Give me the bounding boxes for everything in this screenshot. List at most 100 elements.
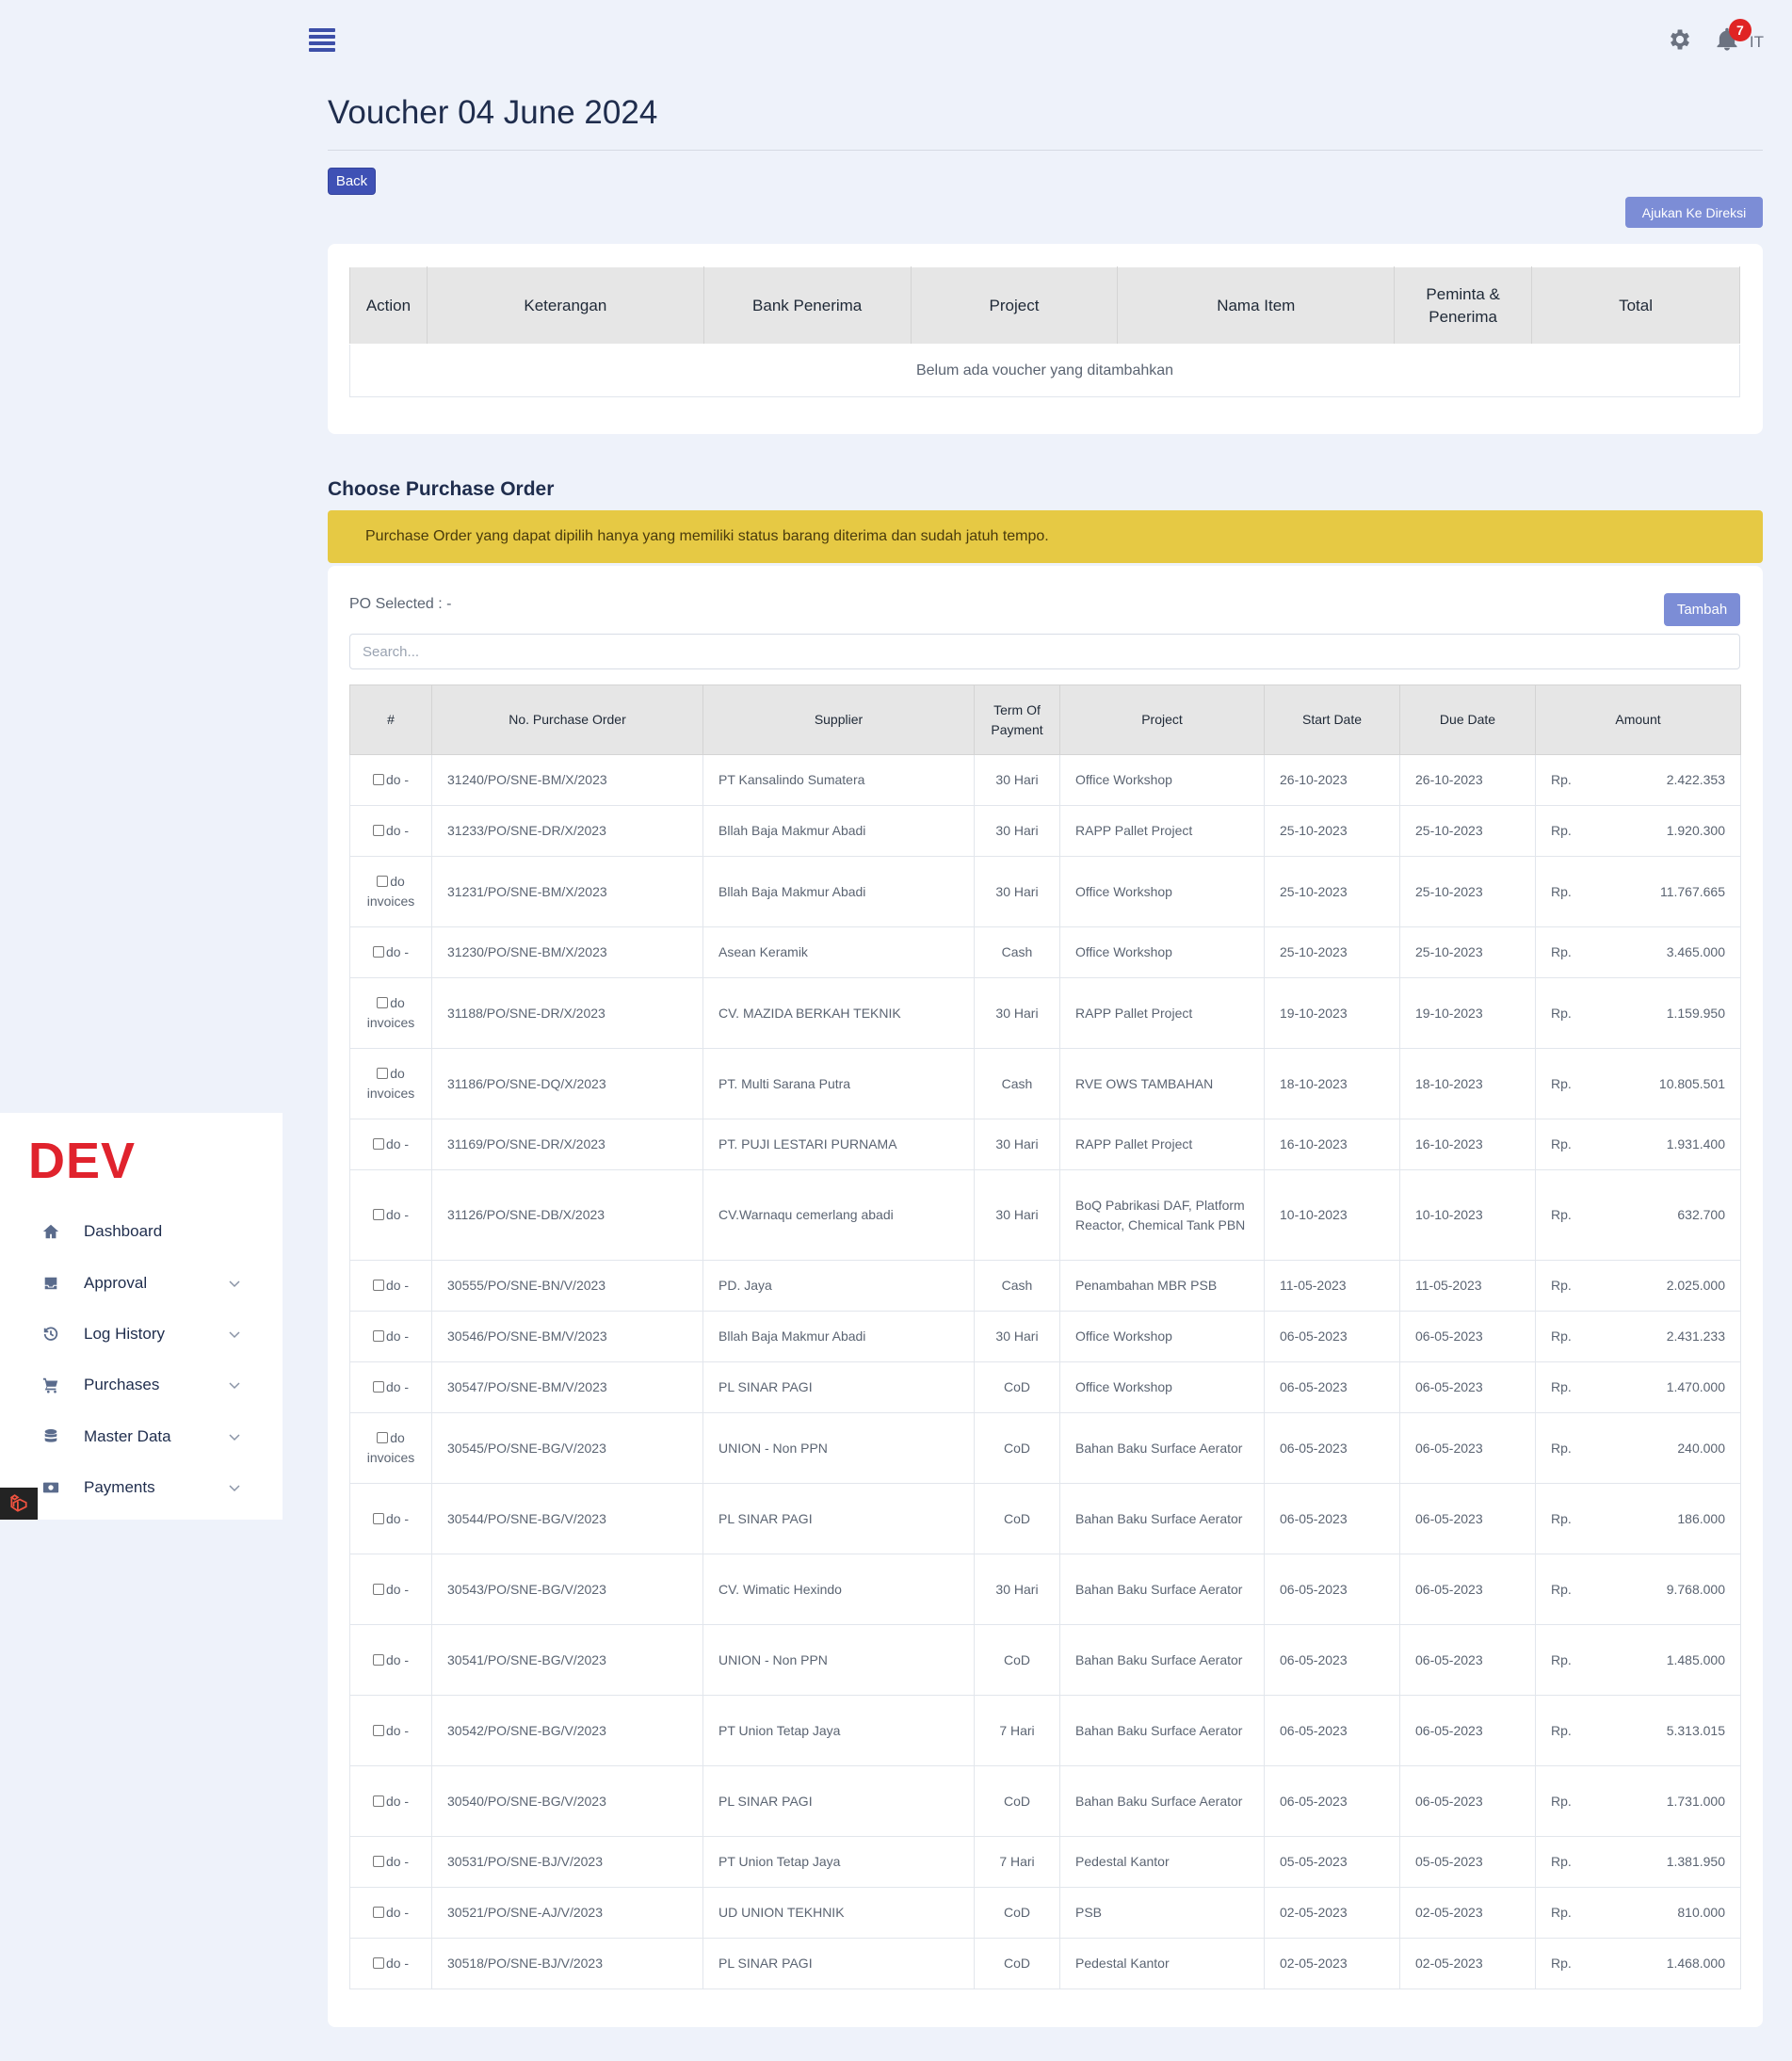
col-bank-penerima: Bank Penerima bbox=[702, 266, 912, 345]
po-table-row[interactable]: do invoices 31188/PO/SNE-DR/X/2023 CV. MAZ… bbox=[349, 977, 1741, 1049]
po-supplier: UNION - Non PPN bbox=[702, 1412, 975, 1484]
po-supplier: PT Kansalindo Sumatera bbox=[702, 754, 975, 806]
po-select-checkbox[interactable] bbox=[372, 1907, 384, 1918]
po-table-row[interactable]: do - 30531/PO/SNE-BJ/V/2023 PT Union Tetap… bbox=[349, 1836, 1741, 1888]
po-amount-cell: Rp. 810.000 bbox=[1535, 1887, 1741, 1939]
po-select-checkbox[interactable] bbox=[372, 1653, 384, 1666]
po-due-date: 06-05-2023 bbox=[1399, 1361, 1536, 1413]
sidebar-item-label: Master Data bbox=[84, 1427, 171, 1445]
po-table-row[interactable]: do - 30547/PO/SNE-BM/V/2023 PL SINAR PAGI C… bbox=[349, 1361, 1741, 1413]
po-doc-status: do - bbox=[385, 944, 410, 959]
sidebar-item-purchases[interactable]: Purchases bbox=[41, 1366, 241, 1404]
po-select-checkbox[interactable] bbox=[372, 1957, 384, 1969]
po-table-row[interactable]: do - 30540/PO/SNE-BG/V/2023 PL SINAR PAGI C… bbox=[349, 1765, 1741, 1837]
po-table-row[interactable]: do - 31240/PO/SNE-BM/X/2023 PT Kansalindo … bbox=[349, 754, 1741, 806]
po-table-row[interactable]: do - 30542/PO/SNE-BG/V/2023 PT Union Tetap… bbox=[349, 1695, 1741, 1766]
po-supplier: PL SINAR PAGI bbox=[702, 1483, 975, 1554]
po-table-row[interactable]: do - 30543/PO/SNE-BG/V/2023 CV. Wimatic He… bbox=[349, 1554, 1741, 1625]
po-currency: Rp. bbox=[1551, 1581, 1572, 1597]
po-table-row[interactable]: do invoices 31186/PO/SNE-DQ/X/2023 PT. Mul… bbox=[349, 1048, 1741, 1119]
sidebar-item-master-data[interactable]: Master Data bbox=[41, 1418, 241, 1456]
notifications-button[interactable]: 7 bbox=[1714, 19, 1752, 53]
po-select-checkbox[interactable] bbox=[372, 1512, 384, 1524]
po-table-row[interactable]: do - 30518/PO/SNE-BJ/V/2023 PL SINAR PAGI C… bbox=[349, 1938, 1741, 1989]
po-table-row[interactable]: do - 30521/PO/SNE-AJ/V/2023 UD UNION TEKHN… bbox=[349, 1887, 1741, 1939]
sidebar-item-label: Dashboard bbox=[84, 1222, 163, 1240]
chevron-down-icon bbox=[229, 1434, 240, 1441]
po-start-date: 10-10-2023 bbox=[1264, 1169, 1400, 1261]
po-due-date: 10-10-2023 bbox=[1399, 1169, 1536, 1261]
po-table-row[interactable]: do - 30541/PO/SNE-BG/V/2023 UNION - Non PP… bbox=[349, 1624, 1741, 1696]
po-table-row[interactable]: do - 31126/PO/SNE-DB/X/2023 CV.Warnaqu cem… bbox=[349, 1169, 1741, 1261]
submit-to-directors-button[interactable]: Ajukan Ke Direksi bbox=[1625, 197, 1763, 228]
po-table-row[interactable]: do - 31169/PO/SNE-DR/X/2023 PT. PUJI LESTA… bbox=[349, 1119, 1741, 1170]
po-number: 30545/PO/SNE-BG/V/2023 bbox=[431, 1412, 703, 1484]
po-select-checkbox[interactable] bbox=[377, 1432, 389, 1443]
choose-po-heading: Choose Purchase Order bbox=[328, 478, 555, 500]
menu-toggle-icon[interactable] bbox=[309, 28, 335, 53]
po-table-body: do - 31240/PO/SNE-BM/X/2023 PT Kansalindo … bbox=[349, 754, 1741, 1989]
brand-logo[interactable]: DEV bbox=[28, 1132, 136, 1190]
po-project: RVE OWS TAMBAHAN bbox=[1059, 1048, 1265, 1119]
po-table-row[interactable]: do - 30555/PO/SNE-BN/V/2023 PD. Jaya Cash Pe… bbox=[349, 1260, 1741, 1312]
po-due-date: 16-10-2023 bbox=[1399, 1119, 1536, 1170]
user-initials[interactable]: IT bbox=[1750, 33, 1764, 52]
po-number: 31188/PO/SNE-DR/X/2023 bbox=[431, 977, 703, 1049]
debugbar-toggle[interactable] bbox=[0, 1488, 38, 1520]
po-search-input[interactable] bbox=[349, 634, 1740, 669]
gear-icon[interactable] bbox=[1667, 26, 1693, 53]
po-select-cell: do invoices bbox=[349, 856, 432, 927]
po-amount: 1.468.000 bbox=[1666, 1956, 1725, 1971]
po-select-checkbox[interactable] bbox=[372, 774, 384, 785]
voucher-table: Action Keterangan Bank Penerima Project … bbox=[349, 266, 1740, 397]
po-table-row[interactable]: do - 31233/PO/SNE-DR/X/2023 Bllah Baja Mak… bbox=[349, 805, 1741, 857]
po-amount: 632.700 bbox=[1677, 1207, 1725, 1222]
add-po-button[interactable]: Tambah bbox=[1664, 593, 1740, 626]
sidebar-item-log-history[interactable]: Log History bbox=[41, 1315, 241, 1353]
sidebar-item-payments[interactable]: Payments bbox=[41, 1469, 241, 1506]
po-table-row[interactable]: do invoices 30545/PO/SNE-BG/V/2023 UNION -… bbox=[349, 1412, 1741, 1484]
po-start-date: 06-05-2023 bbox=[1264, 1695, 1400, 1766]
po-doc-status: do invoices bbox=[366, 1066, 415, 1101]
sidebar-item-approval[interactable]: Approval bbox=[41, 1264, 241, 1302]
po-select-checkbox[interactable] bbox=[377, 1068, 389, 1079]
po-table-row[interactable]: do - 31230/PO/SNE-BM/X/2023 Asean Keramik C… bbox=[349, 926, 1741, 978]
po-select-checkbox[interactable] bbox=[372, 1583, 384, 1595]
chevron-down-icon bbox=[229, 1280, 240, 1288]
po-term: 30 Hari bbox=[974, 856, 1060, 927]
col-supplier: Supplier bbox=[702, 684, 975, 755]
chevron-down-icon bbox=[229, 1485, 240, 1492]
back-button[interactable]: Back bbox=[328, 168, 376, 195]
po-table-row[interactable]: do - 30546/PO/SNE-BM/V/2023 Bllah Baja Mak… bbox=[349, 1311, 1741, 1362]
sidebar-item-dashboard[interactable]: Dashboard bbox=[41, 1213, 241, 1250]
po-select-checkbox[interactable] bbox=[372, 1856, 384, 1867]
po-select-checkbox[interactable] bbox=[372, 1330, 384, 1342]
po-due-date: 25-10-2023 bbox=[1399, 856, 1536, 927]
po-select-checkbox[interactable] bbox=[372, 1381, 384, 1393]
po-select-checkbox[interactable] bbox=[372, 1724, 384, 1736]
po-currency: Rp. bbox=[1551, 1793, 1572, 1809]
po-select-checkbox[interactable] bbox=[372, 1209, 384, 1220]
po-select-checkbox[interactable] bbox=[372, 946, 384, 958]
po-select-checkbox[interactable] bbox=[372, 825, 384, 836]
po-table-row[interactable]: do - 30544/PO/SNE-BG/V/2023 PL SINAR PAGI C… bbox=[349, 1483, 1741, 1554]
po-select-checkbox[interactable] bbox=[377, 997, 389, 1008]
po-number: 31231/PO/SNE-BM/X/2023 bbox=[431, 856, 703, 927]
po-select-checkbox[interactable] bbox=[372, 1280, 384, 1291]
po-project: RAPP Pallet Project bbox=[1059, 1119, 1265, 1170]
chevron-down-icon bbox=[229, 1331, 240, 1339]
po-table-row[interactable]: do invoices 31231/PO/SNE-BM/X/2023 Bllah B… bbox=[349, 856, 1741, 927]
po-amount: 11.767.665 bbox=[1659, 883, 1725, 899]
po-term: 7 Hari bbox=[974, 1836, 1060, 1888]
po-start-date: 02-05-2023 bbox=[1264, 1887, 1400, 1939]
po-term: CoD bbox=[974, 1887, 1060, 1939]
po-start-date: 06-05-2023 bbox=[1264, 1311, 1400, 1362]
po-doc-status: do - bbox=[385, 1379, 410, 1394]
po-select-checkbox[interactable] bbox=[372, 1138, 384, 1150]
po-supplier: UD UNION TEKHNIK bbox=[702, 1887, 975, 1939]
po-select-checkbox[interactable] bbox=[377, 876, 389, 887]
cart-icon bbox=[41, 1376, 60, 1394]
po-doc-status: do - bbox=[385, 1905, 410, 1920]
col-project: Project bbox=[910, 266, 1119, 345]
po-select-checkbox[interactable] bbox=[372, 1795, 384, 1807]
